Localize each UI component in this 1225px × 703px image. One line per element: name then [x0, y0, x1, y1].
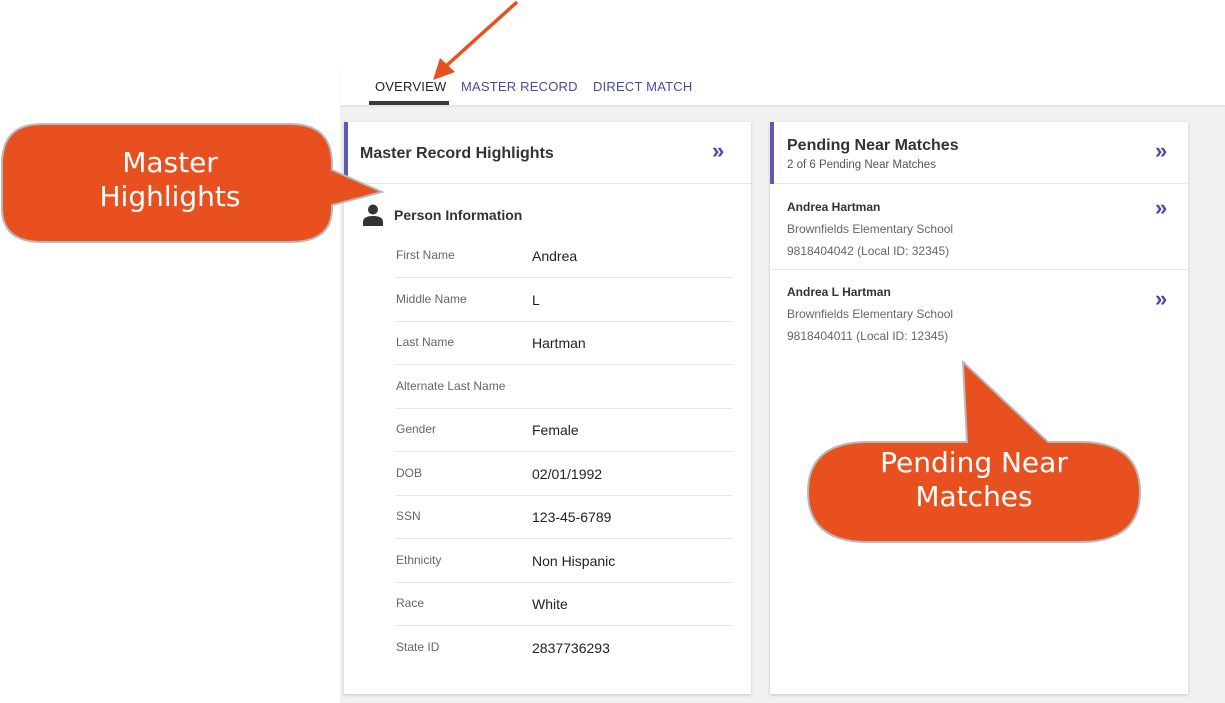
callout-text-master-highlights: Master Highlights [99, 146, 241, 214]
annotation-overlay [1, 0, 1142, 543]
callout-text-pending-near-matches: Pending Near Matches [880, 446, 1068, 514]
annotation-arrow-line [444, 0, 519, 68]
